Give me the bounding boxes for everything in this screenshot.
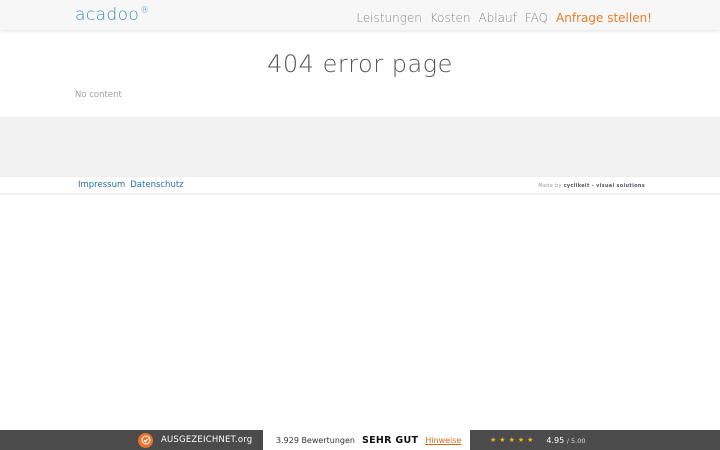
footer-links-bar: Impressum Datenschutz Made by cyclikeit … [0, 177, 720, 193]
badge-score: ★ ★ ★ ★ ★ 4.95 / 5.00 [490, 432, 586, 448]
nav-faq[interactable]: FAQ [525, 11, 548, 25]
nav-ablauf[interactable]: Ablauf [478, 11, 516, 25]
logo-registered-mark: ® [140, 6, 150, 16]
star-icon: ★ [517, 436, 525, 444]
main-nav: Leistungen Kosten Ablauf FAQ Anfrage ste… [356, 11, 652, 25]
nav-leistungen[interactable]: Leistungen [356, 11, 422, 25]
hinweise-link[interactable]: Hinweise [425, 436, 461, 445]
made-by-credit[interactable]: Made by cyclikeit - visual solutions [538, 183, 645, 189]
footer-links: Impressum Datenschutz [78, 180, 184, 190]
page-title: 404 error page [267, 50, 453, 78]
made-by-name: cyclikeit - visual solutions [563, 183, 645, 189]
checkmark-seal-icon [138, 432, 153, 448]
impressum-link[interactable]: Impressum [78, 180, 125, 190]
logo-text: acadoo [75, 5, 140, 25]
rating-stars: ★ ★ ★ ★ ★ [490, 436, 533, 444]
score-value: 4.95 [546, 435, 565, 445]
datenschutz-link[interactable]: Datenschutz [130, 180, 183, 190]
badge-rating-summary: 3.929 Bewertungen SEHR GUT Hinweise [263, 430, 470, 450]
made-by-prefix: Made by [538, 183, 562, 189]
star-icon: ★ [499, 436, 506, 444]
badge-brand[interactable]: AUSGEZEICHNET.org [138, 432, 252, 448]
site-logo[interactable]: acadoo® [75, 5, 150, 25]
review-count: 3.929 Bewertungen [276, 435, 355, 445]
rating-score: 4.95 / 5.00 [546, 436, 585, 445]
review-badge-bar[interactable]: AUSGEZEICHNET.org 3.929 Bewertungen SEHR… [0, 430, 720, 450]
badge-brand-name: AUSGEZEICHNET.org [161, 435, 253, 445]
no-content-text: No content [75, 90, 122, 100]
star-icon: ★ [490, 436, 497, 444]
star-icon: ★ [508, 436, 515, 444]
site-header: acadoo® Leistungen Kosten Ablauf FAQ Anf… [0, 0, 720, 30]
rating-grade: SEHR GUT [361, 434, 419, 446]
footer-band [0, 117, 720, 177]
star-icon: ★ [527, 436, 534, 444]
nav-anfrage-button[interactable]: Anfrage stellen! [556, 11, 652, 25]
score-max: / 5.00 [566, 436, 586, 445]
nav-kosten[interactable]: Kosten [430, 11, 471, 25]
